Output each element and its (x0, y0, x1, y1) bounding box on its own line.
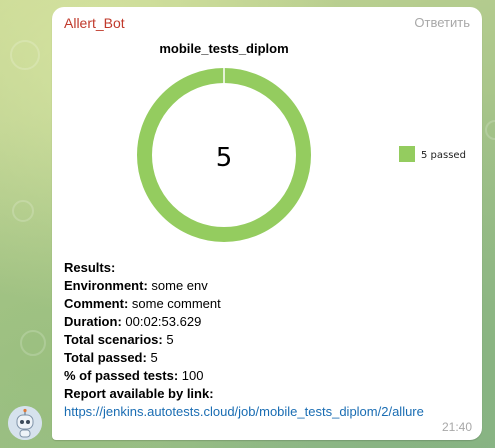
doodle-circle (10, 40, 40, 70)
donut-chart[interactable]: mobile_tests_diplom 5 5 passed (52, 35, 482, 257)
doodle-circle (20, 330, 46, 356)
reply-button[interactable]: Ответить (414, 15, 470, 30)
sender-name[interactable]: Allert_Bot (64, 15, 125, 31)
chart-title: mobile_tests_diplom (159, 41, 288, 56)
legend-swatch (399, 146, 415, 162)
environment-row: Environment: some env (64, 278, 208, 293)
report-link[interactable]: https://jenkins.autotests.cloud/job/mobi… (64, 404, 424, 419)
duration-row: Duration: 00:02:53.629 (64, 314, 202, 329)
total-scenarios-row: Total scenarios: 5 (64, 332, 174, 347)
doodle-circle (485, 120, 495, 140)
report-label: Report available by link: (64, 386, 214, 401)
results-heading: Results: (64, 260, 116, 275)
doodle-circle (12, 200, 34, 222)
report-link-row: https://jenkins.autotests.cloud/job/mobi… (64, 403, 474, 421)
total-passed-row: Total passed: 5 (64, 350, 158, 365)
comment-row: Comment: some comment (64, 296, 221, 311)
robot-icon[interactable] (8, 406, 42, 440)
passed-percent-row: % of passed tests: 100 (64, 368, 204, 383)
test-details: Results: Environment: some env Comment: … (64, 259, 474, 421)
legend-label: 5 passed (421, 150, 466, 161)
message-bubble[interactable]: Allert_Bot Ответить mobile_tests_diplom … (52, 7, 482, 440)
chart-center-value: 5 (216, 143, 233, 173)
message-time: 21:40 (441, 420, 472, 434)
